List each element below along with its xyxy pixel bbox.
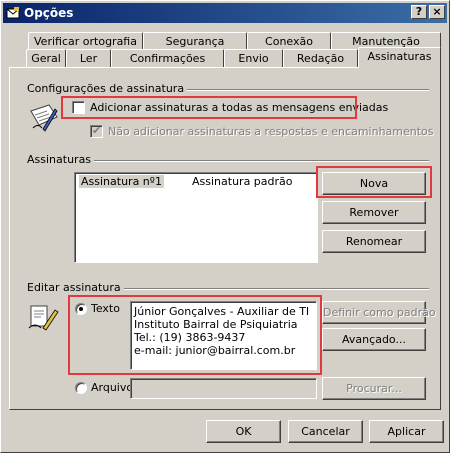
close-button[interactable]: × [429, 5, 445, 19]
no-replies-label[interactable]: Não adicionar assinaturas a respostas e … [108, 125, 434, 138]
window-title: Opções [24, 6, 74, 20]
set-default-button[interactable]: Definir como padrão [322, 301, 436, 324]
signature-text-line: Júnior Gonçalves - Auxiliar de TI [134, 305, 310, 318]
apply-button[interactable]: Aplicar [369, 420, 444, 443]
file-option-radio[interactable] [75, 382, 87, 394]
tab-envio[interactable]: Envio [224, 49, 283, 67]
default-signature-note: Assinatura padrão [192, 175, 293, 188]
tab-verificar-ortografia[interactable]: Verificar ortografia [28, 32, 143, 50]
cancel-button[interactable]: Cancelar [288, 420, 363, 443]
add-signatures-label[interactable]: Adicionar assinaturas a todas as mensage… [90, 101, 388, 114]
tab-ler[interactable]: Ler [66, 49, 111, 67]
tab-redacao[interactable]: Redação [283, 49, 358, 67]
list-item[interactable]: Assinatura nº1 [79, 175, 164, 189]
signatures-list[interactable]: Assinatura nº1 Assinatura padrão [74, 172, 318, 263]
title-bar[interactable]: Opções ? × [3, 3, 447, 23]
signature-settings-icon [30, 104, 58, 132]
options-dialog: Opções ? × Verificar ortografia Seguranç… [0, 0, 450, 453]
tab-confirmacoes[interactable]: Confirmações [111, 49, 224, 67]
signature-text-field[interactable]: Júnior Gonçalves - Auxiliar de TI Instit… [130, 301, 317, 370]
ok-button[interactable]: OK [206, 420, 281, 443]
checkmark-icon: ✔ [92, 124, 102, 137]
rename-signature-button[interactable]: Renomear [322, 230, 426, 253]
signature-text-line: Tel.: (19) 3863-9437 [134, 331, 246, 344]
new-signature-button[interactable]: Nova [322, 172, 426, 195]
file-option-label[interactable]: Arquivo [91, 381, 133, 394]
help-button[interactable]: ? [411, 5, 427, 19]
settings-group-title: Configurações de assinatura [27, 82, 188, 95]
no-replies-checkbox[interactable]: ✔ [90, 124, 103, 138]
text-option-radio[interactable] [75, 303, 87, 315]
browse-button[interactable]: Procurar... [322, 377, 426, 400]
signature-text-line: Instituto Bairral de Psiquiatria [134, 318, 298, 331]
signature-text-line: e-mail: junior@bairral.com.br [134, 344, 296, 357]
advanced-button[interactable]: Avançado... [322, 328, 426, 351]
edit-group-title: Editar assinatura [27, 281, 124, 294]
text-option-label[interactable]: Texto [91, 302, 120, 315]
signatures-group-title: Assinaturas [27, 153, 95, 166]
tab-conexao[interactable]: Conexão [247, 32, 331, 50]
edit-signature-icon [28, 305, 59, 331]
tab-assinaturas[interactable]: Assinaturas [358, 47, 441, 68]
tab-geral[interactable]: Geral [26, 49, 66, 67]
signature-name: Assinatura nº1 [79, 175, 164, 188]
tab-seguranca[interactable]: Segurança [143, 32, 247, 50]
signature-file-field[interactable] [130, 378, 317, 399]
options-app-icon [6, 7, 20, 19]
add-signatures-checkbox[interactable] [72, 101, 85, 114]
remove-signature-button[interactable]: Remover [322, 201, 426, 224]
